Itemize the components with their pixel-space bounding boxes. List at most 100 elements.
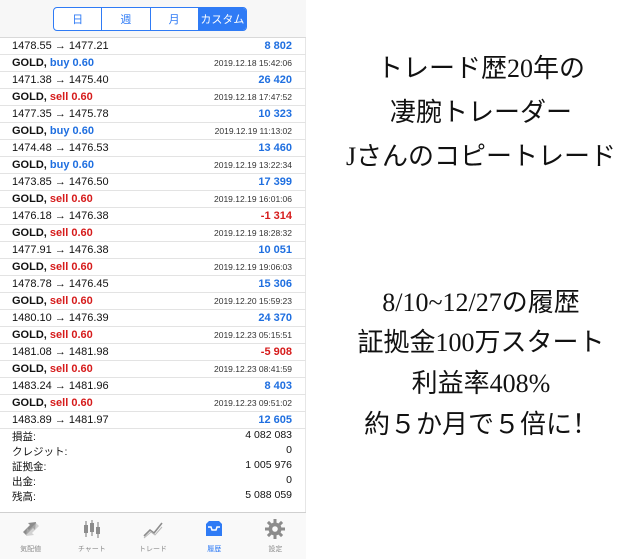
summary-value: 0 [286, 444, 292, 456]
trade-time: 2019.12.20 15:59:23 [214, 296, 292, 306]
trade-time: 2019.12.19 16:01:06 [214, 194, 292, 204]
trade-volume: 0.60 [71, 363, 93, 375]
summary-row: クレジット: 0 [0, 443, 306, 458]
segment-day[interactable]: 日 [54, 8, 103, 30]
trade-detail-row[interactable]: 1483.24 → 1481.96 8 403 [0, 378, 306, 395]
trade-header-row[interactable]: GOLD, sell 0.60 2019.12.19 16:01:06 [0, 191, 306, 208]
trade-volume: 0.60 [71, 227, 93, 239]
trade-symbol: GOLD, [12, 57, 47, 69]
trade-header-row[interactable]: GOLD, buy 0.60 2019.12.19 11:13:02 [0, 123, 306, 140]
tab-quotes[interactable]: 気配値 [0, 513, 61, 559]
trade-header-row[interactable]: GOLD, sell 0.60 2019.12.19 19:06:03 [0, 259, 306, 276]
trade-volume: 0.60 [72, 159, 94, 171]
trade-profit: -1 314 [260, 210, 292, 222]
history-inbox-icon [206, 521, 223, 536]
caption-line-1: トレード歴20年の [376, 54, 585, 83]
trade-prices: 1477.91 → 1476.38 [12, 244, 109, 256]
trade-prices: 1478.55 → 1477.21 [12, 40, 109, 52]
summary-value: 5 088 059 [245, 489, 292, 501]
trade-side: sell [49, 329, 69, 341]
trade-profit: 10 323 [258, 108, 292, 120]
segment-week[interactable]: 週 [102, 8, 151, 30]
trade-symbol-side: GOLD, buy 0.60 [12, 57, 94, 69]
trade-side: sell [49, 363, 69, 375]
trade-detail-row[interactable]: 1483.89 → 1481.97 12 605 [0, 412, 306, 429]
trade-time: 2019.12.19 13:22:34 [214, 160, 292, 170]
trade-header-row[interactable]: GOLD, sell 0.60 2019.12.19 18:28:32 [0, 225, 306, 242]
trade-volume: 0.60 [71, 329, 93, 341]
trade-profit: 13 460 [258, 142, 292, 154]
trade-profit: 17 399 [258, 176, 292, 188]
trade-detail-row[interactable]: 1478.78 → 1476.45 15 306 [0, 276, 306, 293]
summary-label: 残高: [12, 491, 36, 503]
period-segmented-control: 日 週 月 カスタム [53, 7, 247, 31]
candlestick-chart-icon [83, 520, 100, 538]
trade-prices: 1474.48 → 1476.53 [12, 142, 109, 154]
trade-time: 2019.12.19 19:06:03 [214, 262, 292, 272]
trade-prices: 1481.08 → 1481.98 [12, 346, 109, 358]
trade-symbol-side: GOLD, buy 0.60 [12, 159, 94, 171]
trade-side: sell [49, 91, 69, 103]
trade-side: buy [49, 125, 70, 137]
tab-label: 設定 [268, 546, 283, 553]
trade-prices: 1483.24 → 1481.96 [12, 380, 109, 392]
trade-prices: 1478.78 → 1476.45 [12, 278, 109, 290]
trade-detail-row[interactable]: 1477.91 → 1476.38 10 051 [0, 242, 306, 259]
summary-label: 証拠金: [12, 461, 47, 473]
tab-label: 気配値 [20, 546, 42, 553]
trade-time: 2019.12.19 18:28:32 [214, 228, 292, 238]
trade-detail-row[interactable]: 1481.08 → 1481.98 -5 908 [0, 344, 306, 361]
trade-profit: 8 403 [264, 380, 292, 392]
trade-header-row[interactable]: GOLD, sell 0.60 2019.12.23 08:41:59 [0, 361, 306, 378]
segment-custom[interactable]: カスタム [198, 8, 246, 30]
trade-header-row[interactable]: GOLD, buy 0.60 2019.12.18 15:42:06 [0, 55, 306, 72]
trade-time: 2019.12.18 17:47:52 [214, 92, 292, 102]
summary-label: クレジット: [12, 446, 68, 458]
trade-symbol: GOLD, [12, 125, 47, 137]
trade-symbol: GOLD, [12, 91, 47, 103]
summary-value: 0 [286, 474, 292, 486]
trade-profit: 24 370 [258, 312, 292, 324]
trade-header-row[interactable]: GOLD, sell 0.60 2019.12.18 17:47:52 [0, 89, 306, 106]
trade-header-row[interactable]: GOLD, buy 0.60 2019.12.19 13:22:34 [0, 157, 306, 174]
tab-trade[interactable]: トレード [122, 513, 183, 559]
summary-row: 出金: 0 [0, 473, 306, 488]
segment-month[interactable]: 月 [151, 8, 199, 30]
trade-detail-row[interactable]: 1476.18 → 1476.38 -1 314 [0, 208, 306, 225]
trade-volume: 0.60 [72, 125, 94, 137]
trade-detail-row[interactable]: 1477.35 → 1475.78 10 323 [0, 106, 306, 123]
trade-prices: 1477.35 → 1475.78 [12, 108, 109, 120]
trade-header-row[interactable]: GOLD, sell 0.60 2019.12.23 09:51:02 [0, 395, 306, 412]
trade-side: buy [49, 57, 70, 69]
trade-prices: 1471.38 → 1475.40 [12, 74, 109, 86]
trade-symbol-side: GOLD, sell 0.60 [12, 193, 93, 205]
trade-row-partial[interactable]: 1478.55 → 1477.21 8 802 [0, 38, 306, 55]
trade-detail-row[interactable]: 1480.10 → 1476.39 24 370 [0, 310, 306, 327]
trade-prices: 1480.10 → 1476.39 [12, 312, 109, 324]
trade-profit: 8 802 [264, 40, 292, 52]
trade-header-row[interactable]: GOLD, sell 0.60 2019.12.20 15:59:23 [0, 293, 306, 310]
summary-row: 残高: 5 088 059 [0, 488, 306, 503]
trade-symbol: GOLD, [12, 397, 47, 409]
trade-profit: 15 306 [258, 278, 292, 290]
trade-symbol-side: GOLD, sell 0.60 [12, 295, 93, 307]
account-summary: 損益: 4 082 083 クレジット: 0 証拠金: 1 005 976 出金: 0 残高: 5… [0, 428, 306, 503]
trade-prices: 1476.18 → 1476.38 [12, 210, 109, 222]
bottom-tab-bar: 気配値 チャート トレード 履歴 設定 [0, 512, 306, 559]
trade-header-row[interactable]: GOLD, sell 0.60 2019.12.23 05:15:51 [0, 327, 306, 344]
trade-volume: 0.60 [71, 295, 93, 307]
trade-detail-row[interactable]: 1471.38 → 1475.40 26 420 [0, 72, 306, 89]
trade-detail-row[interactable]: 1474.48 → 1476.53 13 460 [0, 140, 306, 157]
tab-settings[interactable]: 設定 [245, 513, 306, 559]
tab-history[interactable]: 履歴 [184, 513, 245, 559]
trade-symbol-side: GOLD, sell 0.60 [12, 261, 93, 273]
settings-gear-icon [265, 519, 286, 539]
trade-detail-row[interactable]: 1473.85 → 1476.50 17 399 [0, 174, 306, 191]
trade-profit: 10 051 [258, 244, 292, 256]
trade-symbol: GOLD, [12, 363, 47, 375]
trade-symbol-side: GOLD, sell 0.60 [12, 397, 93, 409]
trade-line-icon [143, 522, 163, 539]
trade-symbol-side: GOLD, sell 0.60 [12, 91, 93, 103]
tab-chart[interactable]: チャート [61, 513, 122, 559]
trade-symbol: GOLD, [12, 227, 47, 239]
